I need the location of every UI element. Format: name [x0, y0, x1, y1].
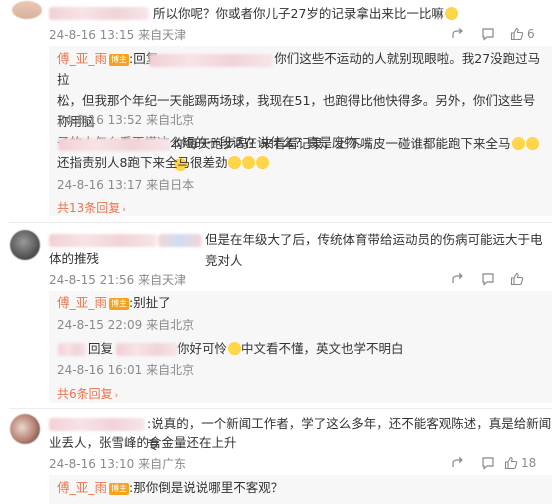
- more-replies-link[interactable]: 共6条回复 ›: [57, 385, 118, 402]
- comment-text-cont: 业丢人，张雪峰的含金量还在上升: [49, 435, 237, 450]
- laugh-emoji-icon: [256, 156, 270, 169]
- comment-meta: 24-8-16 13:15 来自天津: [49, 28, 187, 42]
- reply-meta: 24-8-16 16:01 来自北京: [57, 363, 195, 377]
- laugh-emoji-icon: [242, 156, 256, 169]
- reply-username-redacted[interactable]: [58, 138, 170, 151]
- reply-text-cont: 还指责别人8跑下来全马很差劲: [57, 152, 270, 173]
- comment-icon[interactable]: [481, 272, 495, 289]
- like-icon[interactable]: [504, 456, 518, 473]
- like-icon[interactable]: [510, 272, 524, 289]
- like-icon[interactable]: [510, 27, 524, 44]
- laugh-emoji-icon: [525, 137, 539, 150]
- username-redacted[interactable]: [49, 7, 149, 20]
- comment-icon[interactable]: [481, 456, 495, 473]
- reply-meta: 24-8-16 13:17 来自日本: [57, 178, 195, 192]
- comment-text: 但是在年级大了后，传统体育带给运动员的伤病可能远大于电竞对人: [205, 232, 543, 268]
- reply: 傅_亚_雨 博主:那你倒是说说哪里不客观？: [57, 480, 284, 495]
- reply-username[interactable]: 傅_亚_雨: [57, 480, 107, 495]
- comment-text: 所以你呢？你或者你儿子27岁的记录拿出来比一比嘛: [153, 3, 458, 24]
- share-icon[interactable]: [451, 27, 465, 44]
- comment-icon[interactable]: [481, 27, 495, 44]
- more-replies-link[interactable]: 共13条回复 ›: [57, 199, 126, 216]
- comment-text-cont: 体的推残: [49, 251, 100, 266]
- reply-username-redacted[interactable]: [58, 343, 86, 356]
- reply-target-redacted[interactable]: [116, 343, 178, 356]
- like-count: 18: [521, 456, 537, 470]
- author-badge: 博主: [109, 54, 130, 66]
- comment-meta: 24-8-15 21:56 来自天津: [49, 273, 187, 287]
- author-badge: 博主: [109, 298, 130, 310]
- laugh-emoji-icon: [444, 7, 458, 20]
- username-redacted[interactable]: [49, 418, 145, 431]
- divider: [9, 222, 552, 223]
- reply-meta: 24-8-16 13:52 来自北京: [57, 113, 195, 127]
- like-count: 6: [527, 27, 535, 41]
- laugh-emoji-icon: [511, 137, 525, 150]
- wink-emoji-icon: [228, 342, 242, 355]
- share-icon[interactable]: [451, 456, 465, 473]
- divider: [9, 408, 552, 409]
- comment-meta: 24-8-16 13:10 来自广东: [49, 457, 187, 471]
- reply-username[interactable]: 傅_亚_雨: [57, 51, 107, 66]
- reply-meta: 24-8-15 22:09 来自北京: [57, 318, 195, 332]
- reply: 傅_亚_雨 博主:别扯了: [57, 295, 171, 310]
- username-redacted[interactable]: [49, 234, 157, 247]
- author-badge: 博主: [109, 483, 130, 495]
- reply-target-redacted[interactable]: [149, 54, 273, 67]
- mention-redacted[interactable]: [158, 234, 202, 247]
- avatar[interactable]: [10, 230, 40, 260]
- laugh-emoji-icon: [228, 156, 242, 169]
- avatar[interactable]: [10, 414, 40, 444]
- share-icon[interactable]: [451, 272, 465, 289]
- avatar[interactable]: [12, 1, 42, 19]
- reply-username[interactable]: 傅_亚_雨: [57, 295, 107, 310]
